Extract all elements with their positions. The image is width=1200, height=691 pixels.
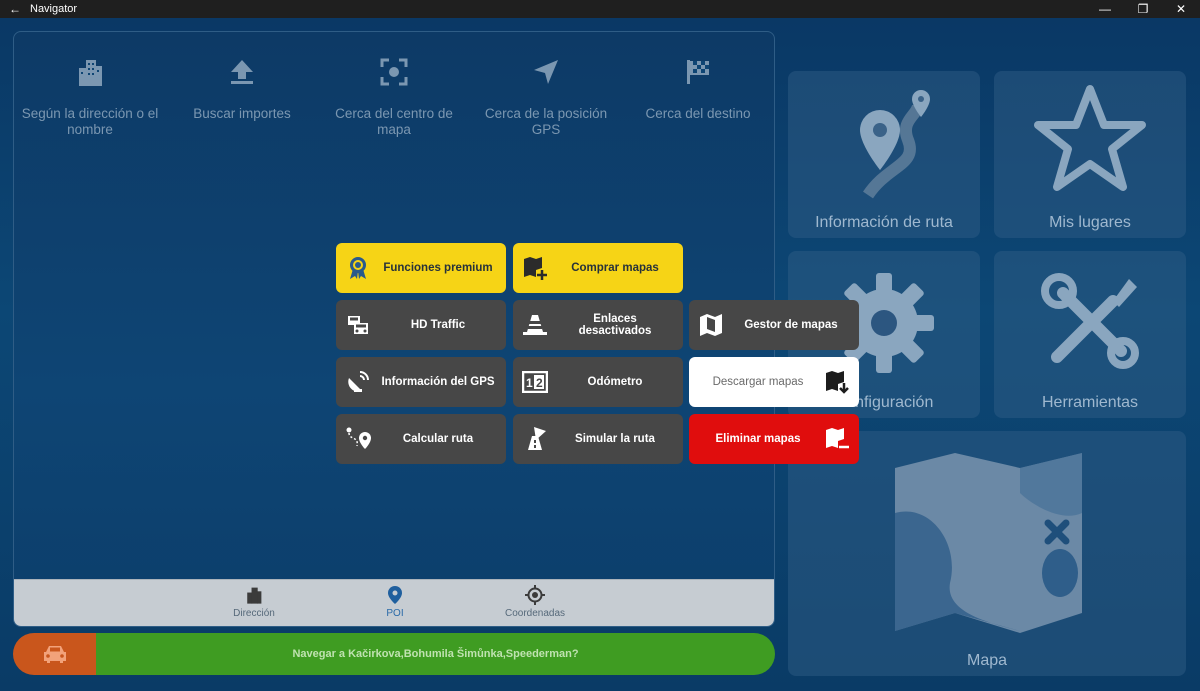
map-center-icon — [318, 52, 470, 92]
tile-route-info[interactable]: Información de ruta — [788, 71, 980, 238]
category-search-amounts[interactable]: Buscar importes — [166, 52, 318, 122]
category-label: Cerca del centro de mapa — [335, 106, 453, 137]
tab-address[interactable]: Dirección — [194, 585, 314, 619]
pin-icon — [335, 585, 455, 605]
tile-my-places[interactable]: Mis lugares — [994, 71, 1186, 238]
tools-icon — [1041, 273, 1139, 369]
gps-info-button[interactable]: Información del GPS — [336, 357, 506, 407]
traffic-icon — [336, 313, 380, 337]
hd-traffic-button[interactable]: HD Traffic — [336, 300, 506, 350]
buildings-icon — [14, 52, 166, 92]
tab-label: Coordenadas — [504, 608, 566, 619]
odometer-button[interactable]: 12 Odómetro — [513, 357, 683, 407]
disabled-links-button[interactable]: Enlaces desactivados — [513, 300, 683, 350]
simulate-route-button[interactable]: Simular la ruta — [513, 414, 683, 464]
bottom-tab-bar: Dirección POI Coordenadas — [14, 579, 774, 626]
odometer-icon: 12 — [513, 371, 557, 393]
navigate-bar[interactable]: Navegar a Kačirkova,Bohumila Šimůnka,Spe… — [13, 633, 775, 675]
back-button[interactable]: ← — [0, 2, 30, 16]
button-label: Funciones premium — [383, 262, 493, 274]
map-plus-icon — [513, 256, 557, 280]
car-button[interactable] — [13, 633, 96, 675]
checkered-flag-icon — [622, 52, 774, 92]
satellite-dish-icon — [336, 370, 380, 394]
route-icon — [860, 90, 930, 199]
tile-map[interactable]: Mapa — [788, 431, 1186, 676]
maximize-button[interactable]: ❐ — [1124, 2, 1162, 16]
category-label: Cerca de la posición GPS — [484, 106, 608, 137]
premium-features-button[interactable]: Funciones premium — [336, 243, 506, 293]
download-maps-button[interactable]: Descargar mapas — [689, 357, 859, 407]
window-title: Navigator — [30, 3, 78, 15]
tab-poi[interactable]: POI — [335, 585, 455, 619]
category-near-destination[interactable]: Cerca del destino — [622, 52, 774, 122]
button-label: Gestor de mapas — [744, 319, 838, 331]
button-label: Calcular ruta — [402, 433, 474, 445]
category-near-gps[interactable]: Cerca de la posición GPS — [470, 52, 622, 138]
tile-label: Mis lugares — [1049, 214, 1131, 231]
category-by-address[interactable]: Según la dirección o el nombre — [14, 52, 166, 138]
category-label: Buscar importes — [193, 106, 291, 121]
folded-map-icon — [689, 313, 733, 337]
car-icon — [43, 646, 66, 663]
upload-arrow-icon — [166, 52, 318, 92]
tab-coordinates[interactable]: Coordenadas — [475, 585, 595, 619]
calculate-route-button[interactable]: Calcular ruta — [336, 414, 506, 464]
tab-label: Dirección — [233, 608, 275, 619]
tab-label: POI — [386, 608, 404, 619]
svg-text:1: 1 — [526, 376, 533, 390]
minimize-button[interactable]: — — [1086, 2, 1124, 16]
button-label: Información del GPS — [381, 376, 495, 388]
crosshair-icon — [475, 585, 595, 605]
tile-label: Información de ruta — [815, 214, 953, 231]
delete-maps-button[interactable]: Eliminar mapas — [689, 414, 859, 464]
tile-label: Herramientas — [1041, 394, 1139, 411]
map-minus-icon — [815, 427, 859, 451]
button-label: Simular la ruta — [575, 433, 655, 445]
tile-tools[interactable]: Herramientas — [994, 251, 1186, 418]
button-label: Eliminar mapas — [715, 433, 801, 445]
gps-arrow-icon — [470, 52, 622, 92]
button-label: Descargar mapas — [712, 376, 804, 388]
traffic-cone-icon — [513, 313, 557, 337]
route-points-icon — [336, 426, 380, 452]
button-label: HD Traffic — [410, 319, 466, 331]
buildings-icon — [194, 585, 314, 605]
category-label: Según la dirección o el nombre — [21, 106, 159, 137]
button-label: Comprar mapas — [571, 262, 659, 274]
close-button[interactable]: ✕ — [1162, 2, 1200, 16]
buy-maps-button[interactable]: Comprar mapas — [513, 243, 683, 293]
tile-label: Mapa — [966, 652, 1008, 669]
svg-text:2: 2 — [536, 376, 543, 390]
map-icon — [895, 453, 1082, 633]
star-icon — [1034, 85, 1146, 191]
map-manager-button[interactable]: Gestor de mapas — [689, 300, 859, 350]
map-download-icon — [815, 370, 859, 394]
button-label: Enlaces desactivados — [578, 313, 652, 337]
title-bar: ← Navigator — ❐ ✕ — [0, 0, 1200, 18]
button-label: Odómetro — [587, 376, 643, 388]
navigate-destination[interactable]: Navegar a Kačirkova,Bohumila Šimůnka,Spe… — [96, 633, 775, 675]
category-label: Cerca del destino — [645, 106, 751, 121]
route-arrow-icon — [513, 426, 557, 452]
category-near-map-center[interactable]: Cerca del centro de mapa — [318, 52, 470, 138]
award-icon — [336, 256, 380, 280]
